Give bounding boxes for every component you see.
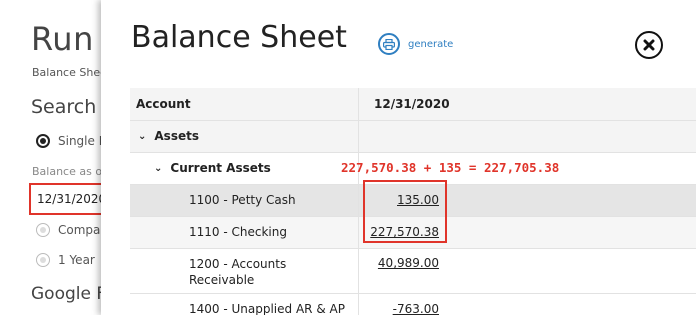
- group-row-assets[interactable]: ⌄ Assets: [130, 121, 696, 153]
- page-title: Run: [31, 20, 94, 58]
- close-icon[interactable]: [643, 39, 655, 51]
- radio-label: Single F: [58, 134, 106, 148]
- balance-sheet-modal: Balance Sheet generate Account 12/31/202…: [101, 0, 696, 315]
- account-name: 1200 - Accounts Receivable: [189, 257, 287, 287]
- radio-unselected-icon[interactable]: [36, 253, 50, 267]
- group-label-current-assets: Current Assets: [170, 161, 271, 175]
- amount-link[interactable]: -763.00: [393, 302, 439, 315]
- chevron-down-icon[interactable]: ⌄: [138, 131, 146, 142]
- table-row: 1200 - Accounts Receivable 40,989.00: [130, 249, 696, 294]
- google-heading: Google F: [31, 284, 107, 304]
- table-row: 1400 - Unapplied AR & AP -763.00: [130, 294, 696, 315]
- radio-label: 1 Year: [58, 253, 95, 267]
- chevron-down-icon[interactable]: ⌄: [154, 163, 162, 174]
- radio-option-single[interactable]: Single F: [36, 134, 106, 148]
- balance-date-input[interactable]: 12/31/2020: [29, 183, 107, 215]
- header-date: 12/31/2020: [374, 97, 450, 111]
- radio-selected-icon[interactable]: [36, 134, 50, 148]
- balance-as-of-label: Balance as o: [32, 165, 103, 178]
- generate-button[interactable]: generate: [378, 33, 453, 55]
- printer-icon[interactable]: [378, 33, 400, 55]
- account-name: 1110 - Checking: [189, 225, 287, 239]
- close-button[interactable]: [635, 31, 663, 59]
- table-header-row: Account 12/31/2020: [130, 88, 696, 121]
- account-name: 1100 - Petty Cash: [189, 193, 296, 207]
- radio-option-1-year[interactable]: 1 Year: [36, 253, 95, 267]
- radio-option-compare[interactable]: Compa: [36, 223, 100, 237]
- radio-unselected-icon[interactable]: [36, 223, 50, 237]
- radio-label: Compa: [58, 223, 101, 237]
- modal-title: Balance Sheet: [131, 20, 347, 55]
- amount-link[interactable]: 40,989.00: [378, 256, 439, 270]
- account-name: 1400 - Unapplied AR & AP: [189, 302, 345, 315]
- generate-link[interactable]: generate: [408, 39, 453, 50]
- highlight-box: [363, 180, 447, 243]
- group-label-assets: Assets: [154, 129, 199, 143]
- sum-annotation: 227,570.38 + 135 = 227,705.38: [341, 160, 560, 175]
- page-subtitle: Balance Shee: [32, 66, 107, 79]
- header-account: Account: [136, 97, 191, 111]
